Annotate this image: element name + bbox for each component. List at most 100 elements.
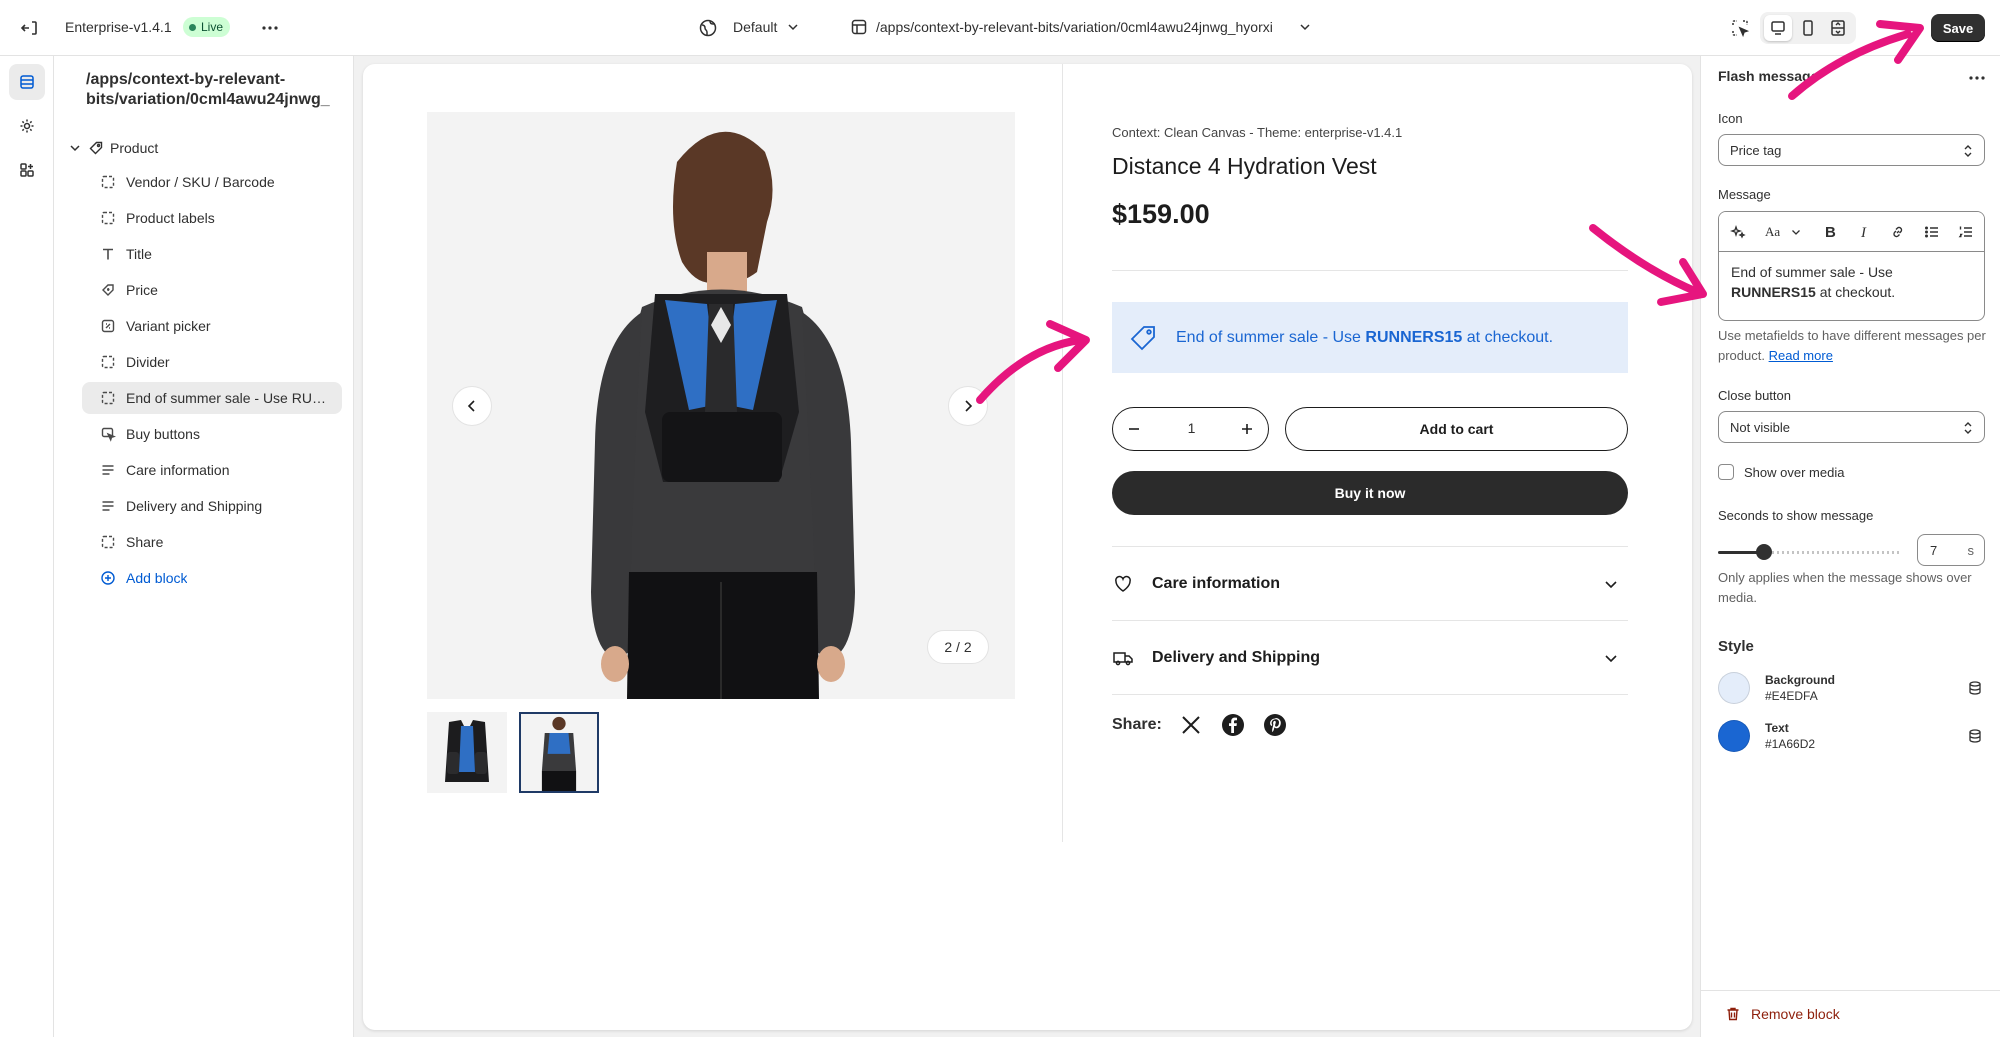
link-icon[interactable] xyxy=(1887,221,1909,243)
tree-item-product-labels[interactable]: Product labels xyxy=(82,202,342,234)
full-width-view-icon[interactable] xyxy=(1824,15,1852,41)
live-badge-label: Live xyxy=(201,20,224,34)
more-actions-icon[interactable] xyxy=(1965,66,1989,90)
x-twitter-icon[interactable] xyxy=(1178,712,1204,738)
divider xyxy=(1112,270,1628,271)
rte-toolbar: Aa B I xyxy=(1719,212,1984,252)
desktop-view-icon[interactable] xyxy=(1764,15,1792,41)
sections-icon[interactable] xyxy=(9,64,45,100)
read-more-link[interactable]: Read more xyxy=(1769,348,1833,363)
inspector-icon[interactable] xyxy=(1728,16,1752,40)
gallery-prev-button[interactable] xyxy=(452,386,492,426)
flash-message-banner[interactable]: End of summer sale - Use RUNNERS15 at ch… xyxy=(1112,302,1628,373)
apps-icon[interactable] xyxy=(9,152,45,188)
heart-icon xyxy=(1115,575,1131,592)
seconds-slider[interactable] xyxy=(1718,542,1901,562)
product-main-image[interactable] xyxy=(427,112,1015,699)
chevron-down-icon[interactable] xyxy=(786,20,800,34)
checkbox-box[interactable] xyxy=(1718,464,1734,480)
tree-item-share[interactable]: Share xyxy=(82,526,342,558)
message-text-after: at checkout. xyxy=(1815,284,1896,300)
exit-icon[interactable] xyxy=(18,16,42,40)
text-style-icon[interactable]: Aa xyxy=(1761,221,1787,243)
mobile-view-icon[interactable] xyxy=(1794,15,1822,41)
seconds-label: Seconds to show message xyxy=(1718,508,1874,523)
plus-icon[interactable] xyxy=(1236,418,1258,440)
text-color-setting[interactable]: Text #1A66D2 xyxy=(1718,720,1988,756)
slider-thumb[interactable] xyxy=(1756,544,1772,560)
live-status-badge: Live xyxy=(183,17,231,37)
database-icon[interactable] xyxy=(1967,728,1983,744)
more-actions-icon[interactable] xyxy=(258,16,282,40)
background-color-setting[interactable]: Background #E4EDFA xyxy=(1718,672,1988,708)
thumbnail-front[interactable] xyxy=(427,712,507,793)
trash-icon xyxy=(1727,1007,1739,1021)
svg-text:Aa: Aa xyxy=(1765,224,1780,239)
seconds-number-field[interactable]: 7 s xyxy=(1917,534,1985,566)
close-button-select[interactable]: Not visible xyxy=(1718,411,1985,443)
accordion-delivery-shipping[interactable]: Delivery and Shipping xyxy=(1112,621,1628,695)
page-path-selector[interactable]: /apps/context-by-relevant-bits/variation… xyxy=(876,19,1273,35)
add-block-button[interactable]: Add block xyxy=(82,562,342,594)
text-icon xyxy=(102,501,114,511)
tree-item-flash-message[interactable]: End of summer sale - Use RUNNERS15 at ch… xyxy=(82,382,342,414)
preview-column-divider xyxy=(1062,64,1063,842)
message-help-sentence: Use metafields to have different message… xyxy=(1718,328,1986,363)
add-circle-icon xyxy=(101,571,115,585)
tree-item-vendor-sku[interactable]: Vendor / SKU / Barcode xyxy=(82,166,342,198)
tree-item-title[interactable]: Title xyxy=(82,238,342,270)
tree-item-price[interactable]: Price xyxy=(82,274,342,306)
settings-gear-icon[interactable] xyxy=(9,108,45,144)
pinterest-icon[interactable] xyxy=(1262,712,1288,738)
chevron-down-icon xyxy=(1605,581,1617,589)
chevron-left-icon xyxy=(467,400,475,412)
flash-discount-code: RUNNERS15 xyxy=(1365,328,1463,346)
message-text-area[interactable]: End of summer sale - Use RUNNERS15 at ch… xyxy=(1731,262,1971,302)
tree-product-section[interactable]: Product xyxy=(68,134,158,162)
panel-footer-divider xyxy=(1701,990,2000,991)
chevron-down-icon[interactable] xyxy=(1789,221,1803,243)
seconds-help-text: Only applies when the message shows over… xyxy=(1718,570,1972,605)
tree-item-variant-picker[interactable]: Variant picker xyxy=(82,310,342,342)
tree-item-delivery-shipping[interactable]: Delivery and Shipping xyxy=(82,490,342,522)
ai-sparkle-icon[interactable] xyxy=(1727,221,1749,243)
template-selector[interactable]: Default xyxy=(733,19,777,35)
share-row: Share: xyxy=(1112,712,1288,738)
tree-item-label: End of summer sale - Use RUNNERS15 at ch… xyxy=(126,390,331,406)
template-title: /apps/context-by-relevant- bits/variatio… xyxy=(86,70,346,110)
numbered-list-icon[interactable] xyxy=(1955,221,1977,243)
background-color-swatch[interactable] xyxy=(1718,672,1750,704)
flash-message-text: End of summer sale - Use RUNNERS15 at ch… xyxy=(1176,329,1553,347)
gallery-next-button[interactable] xyxy=(948,386,988,426)
save-button[interactable]: Save xyxy=(1931,14,1985,42)
tree-item-buy-buttons[interactable]: Buy buttons xyxy=(82,418,342,450)
tree-item-care-information[interactable]: Care information xyxy=(82,454,342,486)
bold-icon[interactable]: B xyxy=(1819,221,1841,243)
globe-icon[interactable] xyxy=(697,17,719,39)
text-color-label: Text xyxy=(1765,721,1789,735)
tree-item-label: Title xyxy=(126,246,152,262)
style-heading: Style xyxy=(1718,638,1754,655)
accordion-label: Care information xyxy=(1152,575,1281,592)
bullet-list-icon[interactable] xyxy=(1921,221,1943,243)
chevron-down-icon[interactable] xyxy=(1298,20,1312,34)
chevron-down-icon[interactable] xyxy=(68,141,82,155)
buy-it-now-button[interactable]: Buy it now xyxy=(1112,471,1628,515)
tree-item-divider[interactable]: Divider xyxy=(82,346,342,378)
context-line: Context: Clean Canvas - Theme: enterpris… xyxy=(1112,125,1403,140)
italic-icon[interactable]: I xyxy=(1853,221,1875,243)
facebook-icon[interactable] xyxy=(1220,712,1246,738)
tag-icon xyxy=(89,141,103,155)
database-icon[interactable] xyxy=(1967,680,1983,696)
thumbnail-back[interactable] xyxy=(519,712,599,793)
svg-text:B: B xyxy=(1825,224,1836,240)
accordion-care-information[interactable]: Care information xyxy=(1112,547,1628,621)
text-color-swatch[interactable] xyxy=(1718,720,1750,752)
text-icon xyxy=(102,465,114,475)
image-counter: 2 / 2 xyxy=(927,630,989,664)
show-over-media-checkbox[interactable]: Show over media xyxy=(1718,464,1844,480)
icon-select[interactable]: Price tag xyxy=(1718,134,1985,166)
remove-block-button[interactable]: Remove block xyxy=(1725,1006,1840,1022)
background-color-hex: #E4EDFA xyxy=(1765,689,1818,703)
add-to-cart-button[interactable]: Add to cart xyxy=(1285,407,1628,451)
